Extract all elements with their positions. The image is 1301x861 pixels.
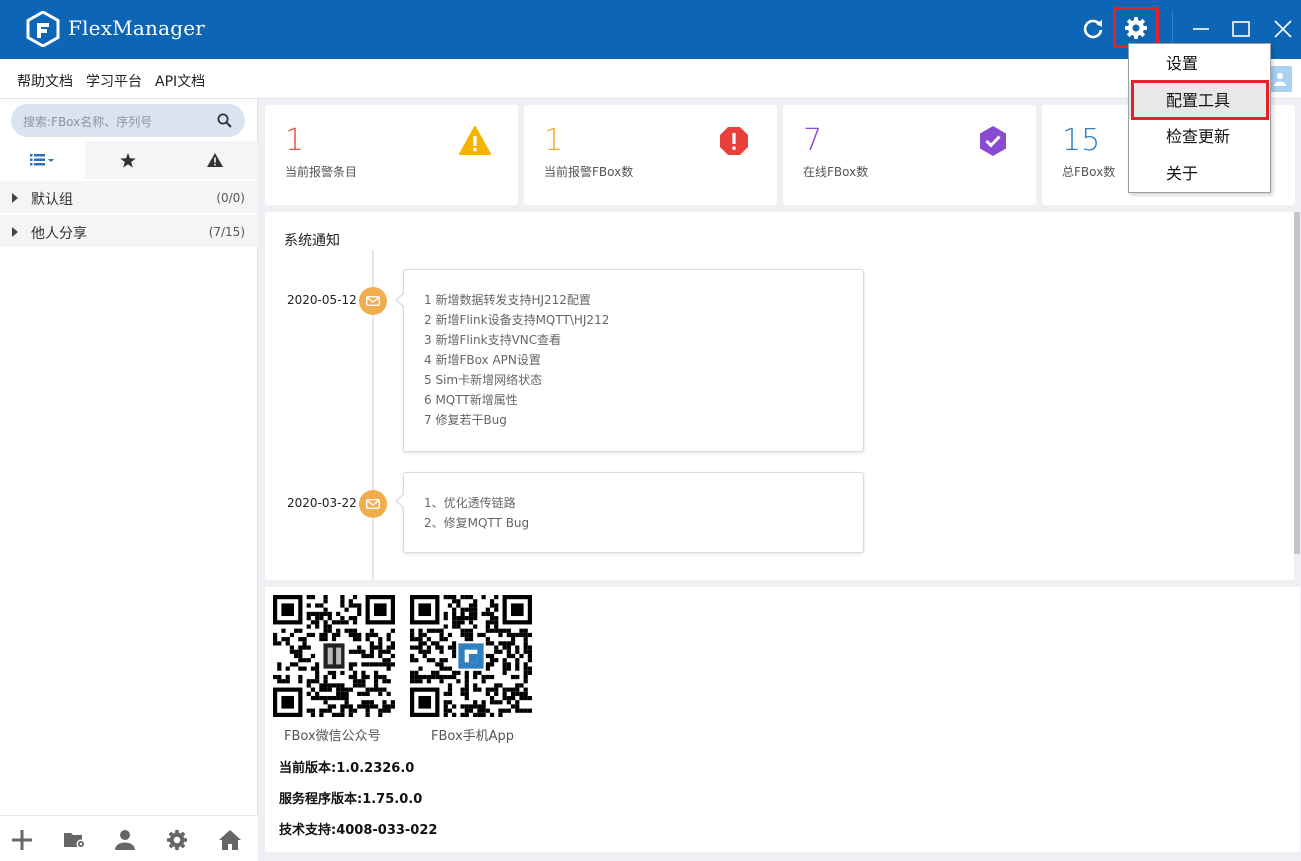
app-qr-code <box>410 595 532 717</box>
stat-label: 当前报警FBox数 <box>544 165 634 179</box>
close-icon <box>1274 20 1292 38</box>
menu-help-docs[interactable]: 帮助文档 <box>17 71 73 91</box>
notice-date: 2020-03-22 <box>287 496 357 510</box>
user-button[interactable] <box>112 828 138 852</box>
stat-label: 在线FBox数 <box>803 165 869 179</box>
current-version: 当前版本:1.0.2326.0 <box>279 761 415 776</box>
stat-label: 总FBox数 <box>1062 165 1116 179</box>
stat-value: 7 <box>803 123 823 158</box>
settings-icon <box>166 829 188 851</box>
gear-icon <box>1125 16 1147 39</box>
tech-support: 技术支持:4008-033-022 <box>279 823 438 838</box>
stat-label: 当前报警条目 <box>285 165 358 179</box>
add-icon <box>12 830 32 850</box>
home-button[interactable] <box>217 828 243 852</box>
alert-octagon-icon <box>720 127 748 155</box>
expand-arrow-icon[interactable] <box>12 193 18 203</box>
stat-card-alarm-fbox[interactable]: 1 当前报警FBox数 <box>524 105 777 205</box>
wechat-qr-code <box>273 595 395 717</box>
notice-bubble: 1、优化透传链路 2、修复MQTT Bug <box>395 472 864 553</box>
notice-line: 4 新增FBox APN设置 <box>424 353 541 367</box>
notice-line: 7 修复若干Bug <box>424 413 507 427</box>
user-icon <box>1274 73 1286 86</box>
group-row-default[interactable]: 默认组 (0/0) <box>0 180 258 213</box>
app-title: FlexManager <box>68 16 205 40</box>
minimize-icon <box>1193 28 1209 30</box>
settings-gear-button[interactable] <box>1113 7 1159 48</box>
menu-item-about[interactable]: 关于 <box>1129 156 1270 192</box>
menu-bar: 帮助文档 学习平台 API文档 <box>0 59 1301 99</box>
group-row-shared[interactable]: 他人分享 (7/15) <box>0 214 258 247</box>
tab-list[interactable] <box>0 141 85 179</box>
group-count: (0/0) <box>216 191 245 205</box>
notice-line: 2 新增Flink设备支持MQTT\HJ212 <box>424 313 610 327</box>
notice-line: 3 新增Flink支持VNC查看 <box>424 333 562 347</box>
stat-value: 1 <box>544 123 564 158</box>
stat-card-alarm-entries[interactable]: 1 当前报警条目 <box>265 105 518 205</box>
title-bar: FlexManager <box>0 0 1301 59</box>
list-icon <box>29 154 54 166</box>
sidebar-tabs <box>0 141 258 179</box>
qr-caption-wechat: FBox微信公众号 <box>284 729 381 744</box>
warning-triangle-icon <box>459 126 491 155</box>
group-name: 他人分享 <box>31 226 87 242</box>
notice-line: 1 新增数据转发支持HJ212配置 <box>424 293 591 307</box>
group-count: (7/15) <box>208 225 245 239</box>
notice-line: 1、优化透传链路 <box>424 496 516 510</box>
star-icon <box>120 152 136 168</box>
sidebar-toolbar <box>0 815 258 861</box>
system-notice-panel: 系统通知 2020-05-12 1 新增数据转发支持HJ212配置 2 新增Fl… <box>265 212 1300 580</box>
menu-learning-platform[interactable]: 学习平台 <box>86 71 142 91</box>
notice-scrollbar[interactable] <box>1294 212 1300 554</box>
highlight-frame <box>1131 80 1269 120</box>
mail-icon <box>359 490 387 518</box>
stat-value: 1 <box>285 123 305 158</box>
notice-line: 2、修复MQTT Bug <box>424 516 530 530</box>
qr-caption-app: FBox手机App <box>431 729 515 744</box>
expand-arrow-icon[interactable] <box>12 227 18 237</box>
search-input[interactable]: 搜索:FBox名称、序列号 <box>23 113 152 130</box>
notice-line: 6 MQTT新增属性 <box>424 393 518 407</box>
menu-item-settings[interactable]: 设置 <box>1129 46 1270 82</box>
notice-title: 系统通知 <box>284 233 340 249</box>
app-logo-icon <box>26 11 60 47</box>
stat-value: 15 <box>1062 123 1101 158</box>
refresh-icon <box>1083 19 1103 39</box>
warning-icon <box>206 153 223 167</box>
titlebar-separator <box>1172 11 1173 47</box>
sidebar: 搜索:FBox名称、序列号 默认组 (0/0) 他人分享 (7/15) <box>0 99 258 861</box>
user-icon <box>115 830 135 850</box>
group-name: 默认组 <box>31 192 73 208</box>
mail-icon <box>359 287 387 315</box>
stat-card-online-fbox[interactable]: 7 在线FBox数 <box>783 105 1036 205</box>
notice-date: 2020-05-12 <box>287 293 357 307</box>
search-box[interactable]: 搜索:FBox名称、序列号 <box>11 104 245 137</box>
home-icon <box>219 830 241 850</box>
notice-bubble: 1 新增数据转发支持HJ212配置 2 新增Flink设备支持MQTT\HJ21… <box>395 269 864 452</box>
folder-settings-icon <box>64 833 86 849</box>
tab-favorites[interactable] <box>85 141 171 179</box>
folder-settings-button[interactable] <box>62 828 88 852</box>
info-panel: FBox微信公众号 FBox手机App 当前版本:1.0.2326.0 服务程序… <box>265 587 1300 852</box>
refresh-button[interactable] <box>1073 9 1113 49</box>
menu-item-check-updates[interactable]: 检查更新 <box>1129 119 1270 155</box>
search-icon[interactable] <box>217 113 232 128</box>
user-avatar-button[interactable] <box>1268 66 1292 92</box>
notice-line: 5 Sim卡新增网络状态 <box>424 373 543 387</box>
service-version: 服务程序版本:1.75.0.0 <box>279 792 423 807</box>
maximize-icon <box>1232 21 1250 37</box>
menu-api-docs[interactable]: API文档 <box>155 71 205 91</box>
verified-check-icon <box>980 126 1006 156</box>
tab-alarms[interactable] <box>171 141 258 179</box>
settings-button[interactable] <box>164 828 190 852</box>
add-button[interactable] <box>9 828 35 852</box>
